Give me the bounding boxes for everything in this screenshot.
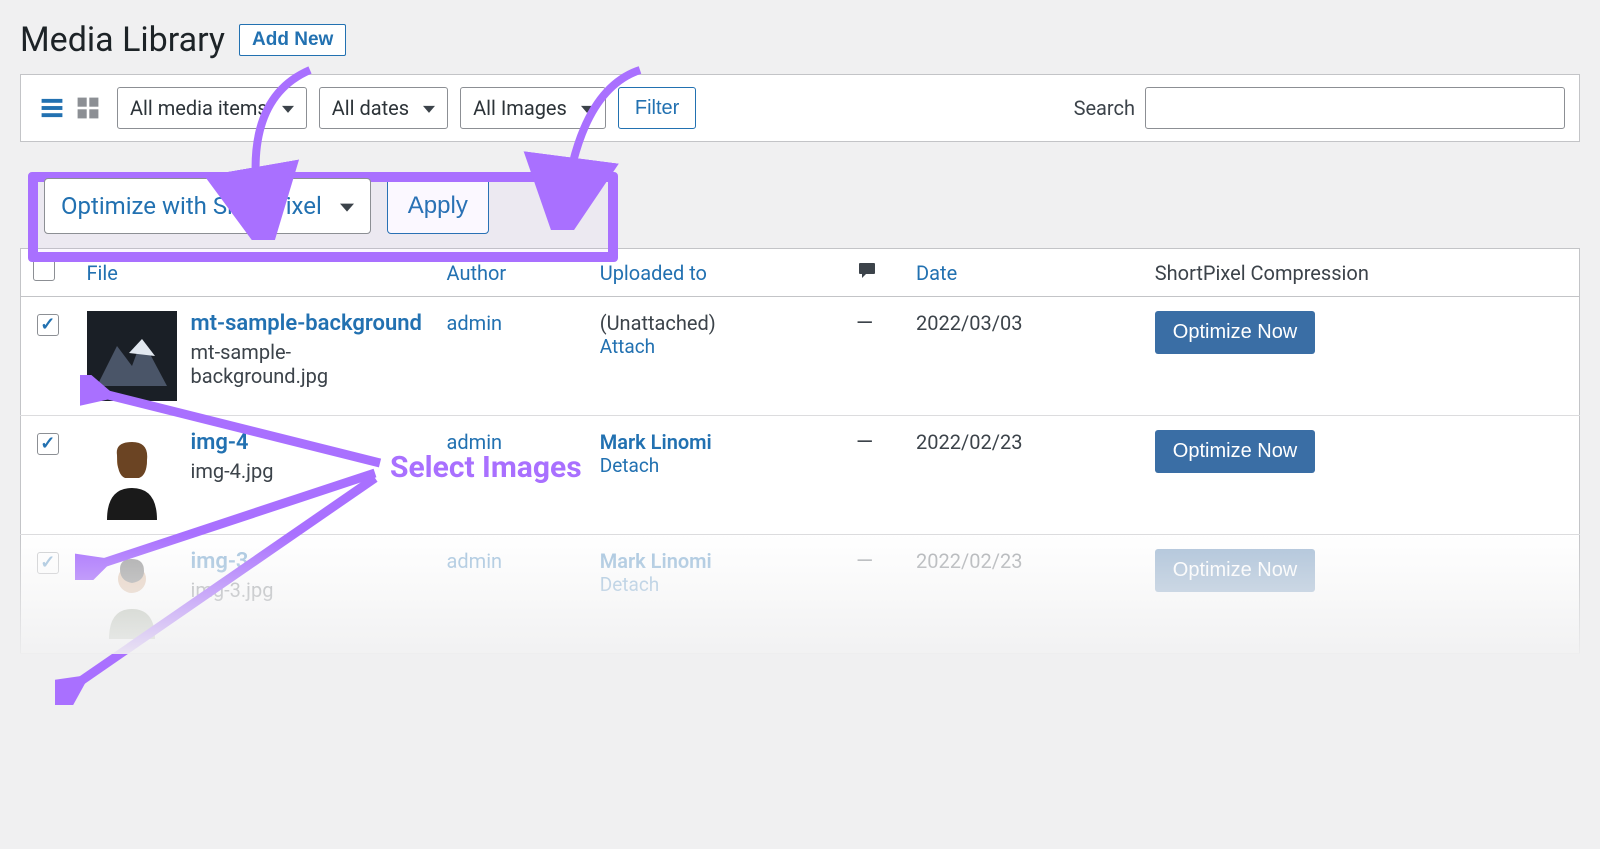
apply-button[interactable]: Apply — [387, 178, 489, 234]
images-filter[interactable]: All Images — [460, 87, 606, 129]
search-wrap: Search — [1074, 87, 1565, 129]
filter-button[interactable]: Filter — [618, 87, 696, 129]
page-title: Media Library — [20, 20, 225, 60]
date-cell: 2022/03/03 — [904, 297, 1143, 416]
search-label: Search — [1074, 96, 1135, 120]
file-column-header[interactable]: File — [75, 249, 435, 297]
select-all-checkbox[interactable] — [33, 259, 55, 281]
bulk-action-select[interactable]: Optimize with ShortPixel — [44, 178, 371, 234]
attach-detach-link[interactable]: Attach — [600, 335, 832, 358]
view-toggle — [35, 91, 105, 125]
bulk-action-bar: Optimize with ShortPixel Apply — [20, 164, 1580, 248]
comments-count: — — [856, 549, 873, 574]
row-checkbox[interactable] — [37, 433, 59, 455]
uploaded-to-text[interactable]: Mark Linomi — [600, 549, 832, 573]
media-table: File Author Uploaded to Date ShortPixel … — [20, 248, 1580, 654]
grid-view-button[interactable] — [71, 91, 105, 125]
optimize-now-button[interactable]: Optimize Now — [1155, 311, 1315, 354]
media-thumbnail[interactable] — [87, 311, 177, 401]
media-title-link[interactable]: img-3 — [191, 549, 274, 574]
comment-icon — [856, 260, 878, 280]
optimize-now-button[interactable]: Optimize Now — [1155, 430, 1315, 473]
shortpixel-column-header: ShortPixel Compression — [1143, 249, 1580, 297]
date-cell: 2022/02/23 — [904, 535, 1143, 654]
add-new-button[interactable]: Add New — [239, 24, 346, 56]
media-title-link[interactable]: img-4 — [191, 430, 274, 455]
media-filename: mt-sample-background.jpg — [191, 340, 423, 388]
search-input[interactable] — [1145, 87, 1565, 129]
media-title-link[interactable]: mt-sample-background — [191, 311, 423, 336]
author-link[interactable]: admin — [447, 430, 503, 454]
grid-view-icon — [75, 95, 101, 121]
media-thumbnail[interactable] — [87, 430, 177, 520]
uploaded-to-column-header[interactable]: Uploaded to — [588, 249, 844, 297]
date-filter[interactable]: All dates — [319, 87, 448, 129]
list-view-button[interactable] — [35, 91, 69, 125]
select-all-column — [21, 249, 75, 297]
filter-bar: All media items All dates All Images Fil… — [20, 74, 1580, 142]
date-cell: 2022/02/23 — [904, 416, 1143, 535]
table-row: img-4 img-4.jpg admin Mark Linomi Detach… — [21, 416, 1580, 535]
attach-detach-link[interactable]: Detach — [600, 454, 832, 477]
table-row: img-3 img-3.jpg admin Mark Linomi Detach… — [21, 535, 1580, 654]
media-thumbnail[interactable] — [87, 549, 177, 639]
table-row: mt-sample-background mt-sample-backgroun… — [21, 297, 1580, 416]
comments-count: — — [856, 430, 873, 455]
media-filename: img-4.jpg — [191, 459, 274, 483]
author-link[interactable]: admin — [447, 549, 503, 573]
page-header: Media Library Add New — [20, 20, 1580, 60]
date-column-header[interactable]: Date — [904, 249, 1143, 297]
comments-count: — — [856, 311, 873, 336]
uploaded-to-text[interactable]: Mark Linomi — [600, 430, 832, 454]
comments-column-header[interactable] — [844, 249, 904, 297]
author-link[interactable]: admin — [447, 311, 503, 335]
uploaded-to-text: (Unattached) — [600, 311, 832, 335]
media-type-filter[interactable]: All media items — [117, 87, 307, 129]
attach-detach-link[interactable]: Detach — [600, 573, 832, 596]
row-checkbox[interactable] — [37, 552, 59, 574]
author-column-header[interactable]: Author — [435, 249, 588, 297]
optimize-now-button[interactable]: Optimize Now — [1155, 549, 1315, 592]
row-checkbox[interactable] — [37, 314, 59, 336]
list-view-icon — [39, 95, 65, 121]
media-filename: img-3.jpg — [191, 578, 274, 602]
